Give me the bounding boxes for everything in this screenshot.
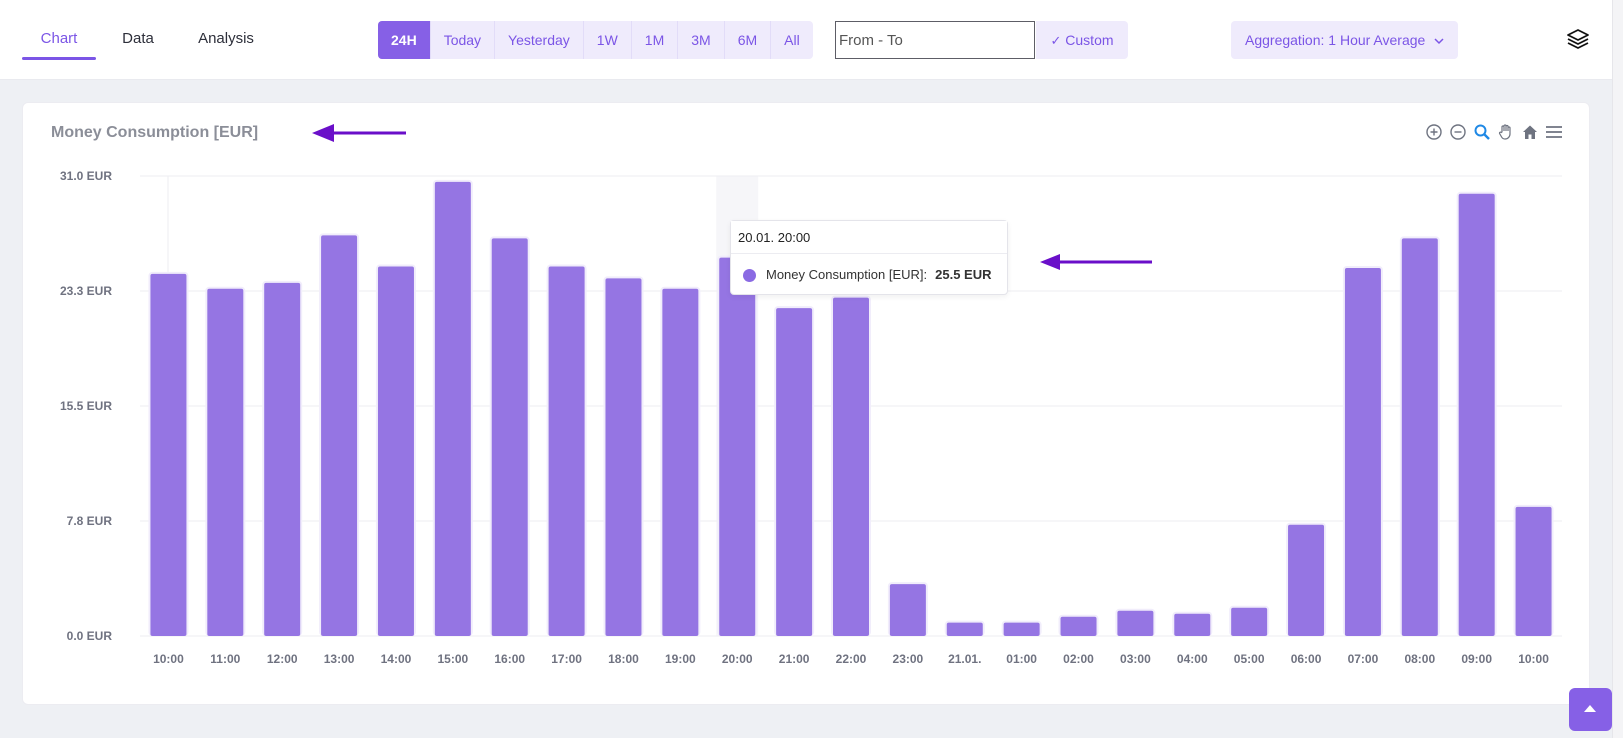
x-tick-label: 02:00 — [1063, 652, 1094, 666]
x-tick-label: 15:00 — [437, 652, 468, 666]
bar — [264, 282, 301, 636]
x-tick-label: 20:00 — [722, 652, 753, 666]
x-tick-label: 11:00 — [210, 652, 240, 666]
tooltip-body: Money Consumption [EUR]: 25.5 EUR — [731, 254, 1007, 296]
x-tick-label: 16:00 — [494, 652, 525, 666]
bar — [1344, 268, 1381, 636]
bar — [1060, 616, 1097, 636]
tooltip-header: 20.01. 20:00 — [731, 221, 1007, 254]
bar — [776, 308, 813, 636]
bar — [1117, 610, 1154, 636]
bar — [605, 278, 642, 636]
tooltip-series-label: Money Consumption [EUR]: — [766, 267, 928, 282]
bar — [377, 266, 414, 636]
tooltip-value: 25.5 EUR — [935, 267, 992, 282]
bar — [1003, 622, 1040, 636]
x-tick-label: 05:00 — [1234, 652, 1265, 666]
bar — [207, 288, 244, 636]
x-tick-label: 14:00 — [381, 652, 412, 666]
bar — [491, 238, 528, 637]
x-tick-label: 18:00 — [608, 652, 639, 666]
bar — [1174, 613, 1211, 636]
y-tick-label: 0.0 EUR — [67, 629, 113, 643]
y-tick-label: 15.5 EUR — [60, 399, 112, 413]
y-tick-label: 23.3 EUR — [60, 284, 112, 298]
x-tick-label: 13:00 — [324, 652, 355, 666]
bar — [1401, 238, 1438, 637]
x-tick-label: 23:00 — [893, 652, 924, 666]
y-tick-label: 31.0 EUR — [60, 169, 112, 183]
x-tick-label: 10:00 — [1518, 652, 1549, 666]
x-tick-label: 21:00 — [779, 652, 810, 666]
x-tick-label: 10:00 — [153, 652, 184, 666]
bar — [946, 622, 983, 636]
y-tick-label: 7.8 EUR — [67, 514, 113, 528]
bar — [1515, 506, 1552, 636]
x-tick-label: 22:00 — [836, 652, 867, 666]
x-tick-label: 17:00 — [551, 652, 582, 666]
x-tick-label: 09:00 — [1461, 652, 1492, 666]
series-color-dot — [743, 268, 756, 282]
page-scrollbar[interactable] — [1612, 0, 1623, 738]
bar — [889, 584, 926, 636]
bar — [321, 235, 358, 636]
bar — [150, 273, 187, 636]
x-tick-label: 08:00 — [1404, 652, 1435, 666]
x-tick-label: 07:00 — [1348, 652, 1379, 666]
tooltip-annotation-arrow — [1040, 254, 1152, 270]
scroll-to-top-button[interactable] — [1569, 688, 1612, 731]
bar — [719, 257, 756, 636]
bar — [548, 266, 585, 636]
x-tick-label: 06:00 — [1291, 652, 1322, 666]
chart-tooltip: 20.01. 20:00 Money Consumption [EUR]: 25… — [730, 220, 1008, 295]
bar — [434, 181, 471, 636]
bar — [1231, 607, 1268, 636]
bar-chart: 0.0 EUR 7.8 EUR 15.5 EUR 23.3 EUR 31.0 EUR 10… — [60, 169, 1562, 666]
x-tick-label: 01:00 — [1006, 652, 1037, 666]
bar — [662, 288, 699, 636]
x-tick-label: 12:00 — [267, 652, 298, 666]
x-tick-label: 21.01. — [948, 652, 981, 666]
bar — [833, 297, 869, 636]
bar — [1458, 193, 1495, 636]
x-tick-label: 19:00 — [665, 652, 696, 666]
x-tick-label: 03:00 — [1120, 652, 1151, 666]
x-tick-label: 04:00 — [1177, 652, 1208, 666]
bar — [1288, 524, 1325, 636]
